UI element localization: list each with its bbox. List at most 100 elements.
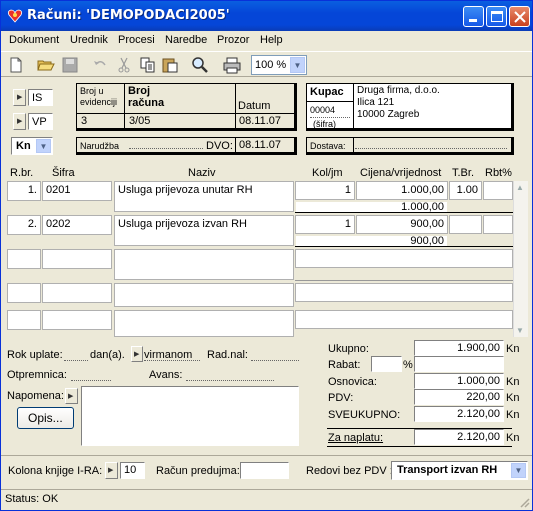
empty-cell[interactable] xyxy=(295,249,513,268)
sveukupno-label: SVEUKUPNO: xyxy=(328,409,401,421)
undo-icon[interactable] xyxy=(91,56,109,74)
narudzba-row: Narudžba DVO: 08.11.07 xyxy=(76,137,297,155)
za-naplatu-label: Za naplatu: xyxy=(328,432,384,444)
rabat-value xyxy=(414,356,504,372)
menu-prozor[interactable]: Prozor xyxy=(217,34,249,46)
item-1-rbt[interactable] xyxy=(483,181,513,200)
window-title: Računi: 'DEMOPODACI2005' xyxy=(27,8,230,23)
chevron-down-icon[interactable]: ▼ xyxy=(290,57,305,73)
col-tbr: T.Br. xyxy=(452,167,475,179)
item-2-tbr[interactable] xyxy=(449,215,482,234)
rabat-percent-field[interactable] xyxy=(371,356,402,372)
col-rbr: R.br. xyxy=(10,167,34,179)
datum-value[interactable]: 08.11.07 xyxy=(239,115,281,127)
search-icon[interactable] xyxy=(191,56,209,74)
kolona-label: Kolona knjige I-RA: xyxy=(8,465,103,477)
menu-dokument[interactable]: Dokument xyxy=(9,34,59,46)
type2-arrow-button[interactable]: ▶ xyxy=(13,113,26,130)
paste-icon[interactable] xyxy=(161,56,179,74)
item-1-cijena[interactable]: 1.000,00 xyxy=(356,181,448,200)
scroll-up-icon[interactable]: ▲ xyxy=(516,183,524,192)
item-2-cijena[interactable]: 900,00 xyxy=(356,215,448,234)
col-cijena: Cijena/vrijednost xyxy=(360,167,442,179)
empty-cell[interactable] xyxy=(114,310,294,337)
invoice-form: ▶ IS ▶ VP Kn ▼ Broj u evidenciji Broj ra… xyxy=(1,78,532,487)
kn-label: Kn xyxy=(506,343,520,355)
maximize-button[interactable] xyxy=(486,6,507,27)
kupac-sifra[interactable]: 00004 xyxy=(310,105,335,115)
item-2-kol[interactable]: 1 xyxy=(295,215,355,234)
zoom-select[interactable]: 100 % ▼ xyxy=(251,55,307,75)
currency-select[interactable]: Kn ▼ xyxy=(11,137,53,155)
chevron-down-icon[interactable]: ▼ xyxy=(511,463,526,478)
cut-icon[interactable] xyxy=(115,56,133,74)
empty-cell[interactable] xyxy=(114,283,294,307)
item-2-rbt[interactable] xyxy=(483,215,513,234)
kn-label: Kn xyxy=(506,376,520,388)
menu-procesi[interactable]: Procesi xyxy=(118,34,155,46)
chevron-down-icon[interactable]: ▼ xyxy=(36,139,51,153)
new-document-icon[interactable] xyxy=(7,56,25,74)
napomena-textarea[interactable] xyxy=(81,386,299,446)
broj-evidencije-value[interactable]: 3 xyxy=(81,115,87,127)
kolona-field[interactable]: 10 xyxy=(120,462,145,479)
dvo-value[interactable]: 08.11.07 xyxy=(239,139,281,151)
empty-cell[interactable] xyxy=(42,249,112,269)
copy-icon[interactable] xyxy=(139,56,157,74)
grid-scrollbar[interactable]: ▲ ▼ xyxy=(513,181,528,337)
item-2-sifra[interactable]: 0202 xyxy=(42,215,112,235)
sveukupno-value: 2.120,00 xyxy=(414,406,504,422)
empty-cell[interactable] xyxy=(7,249,41,269)
menu-help[interactable]: Help xyxy=(260,34,283,46)
item-1-tbr[interactable]: 1.00 xyxy=(449,181,482,200)
empty-cell[interactable] xyxy=(42,310,112,330)
invoice-number-box: Broj u evidenciji Broj računa Datum 3 3/… xyxy=(76,83,297,131)
empty-cell[interactable] xyxy=(7,283,41,303)
racun-predujma-field[interactable] xyxy=(240,462,289,479)
resize-grip-icon[interactable] xyxy=(518,496,530,508)
close-button[interactable] xyxy=(509,6,530,27)
item-1-rbr: 1. xyxy=(7,181,41,201)
scroll-down-icon[interactable]: ▼ xyxy=(516,326,524,335)
kolona-arrow-button[interactable]: ▶ xyxy=(105,462,118,479)
col-sifra: Šifra xyxy=(52,167,75,179)
menu-naredbe[interactable]: Naredbe xyxy=(165,34,207,46)
virman-arrow-button[interactable]: ▶ xyxy=(131,346,143,362)
arrow-right-icon: ▶ xyxy=(17,118,23,125)
item-1-naziv[interactable]: Usluga prijevoza unutar RH xyxy=(114,181,294,212)
item-2-rbr: 2. xyxy=(7,215,41,235)
zoom-value: 100 % xyxy=(255,59,287,71)
print-icon[interactable] xyxy=(223,56,241,74)
kn-label: Kn xyxy=(506,392,520,404)
napomena-arrow-button[interactable]: ▶ xyxy=(65,388,78,404)
redovi-select[interactable]: Transport izvan RH ▼ xyxy=(391,461,528,480)
item-1-kol[interactable]: 1 xyxy=(295,181,355,200)
dana-label: dan(a). xyxy=(90,349,125,361)
type2-field[interactable]: VP xyxy=(28,113,53,130)
broj-evidencije-label: Broj u evidenciji xyxy=(80,86,118,107)
app-window: Računi: 'DEMOPODACI2005' Dokument Uredni… xyxy=(0,0,533,511)
empty-cell[interactable] xyxy=(42,283,112,303)
open-folder-icon[interactable] xyxy=(37,56,55,74)
rad-nal-label: Rad.nal: xyxy=(207,349,248,361)
redovi-label: Redovi bez PDV : xyxy=(306,465,393,477)
save-icon[interactable] xyxy=(61,56,79,74)
type1-field[interactable]: IS xyxy=(28,89,53,106)
broj-racuna-value[interactable]: 3/05 xyxy=(129,115,150,127)
menu-urednik[interactable]: Urednik xyxy=(70,34,108,46)
type1-arrow-button[interactable]: ▶ xyxy=(13,89,26,106)
minimize-button[interactable] xyxy=(463,6,484,27)
item-2-naziv[interactable]: Usluga prijevoza izvan RH xyxy=(114,215,294,246)
empty-cell[interactable] xyxy=(295,310,513,329)
kupac-label: Kupac xyxy=(310,86,344,98)
opis-label: Opis... xyxy=(28,411,63,425)
empty-cell[interactable] xyxy=(295,283,513,302)
empty-cell[interactable] xyxy=(7,310,41,330)
dostava-label: Dostava: xyxy=(310,141,346,151)
rok-uplate-label: Rok uplate: xyxy=(7,349,63,361)
arrow-right-icon: ▶ xyxy=(108,467,114,474)
empty-cell[interactable] xyxy=(114,249,294,280)
opis-button[interactable]: Opis... xyxy=(17,407,74,429)
item-1-sifra[interactable]: 0201 xyxy=(42,181,112,201)
percent-label: % xyxy=(403,359,413,371)
